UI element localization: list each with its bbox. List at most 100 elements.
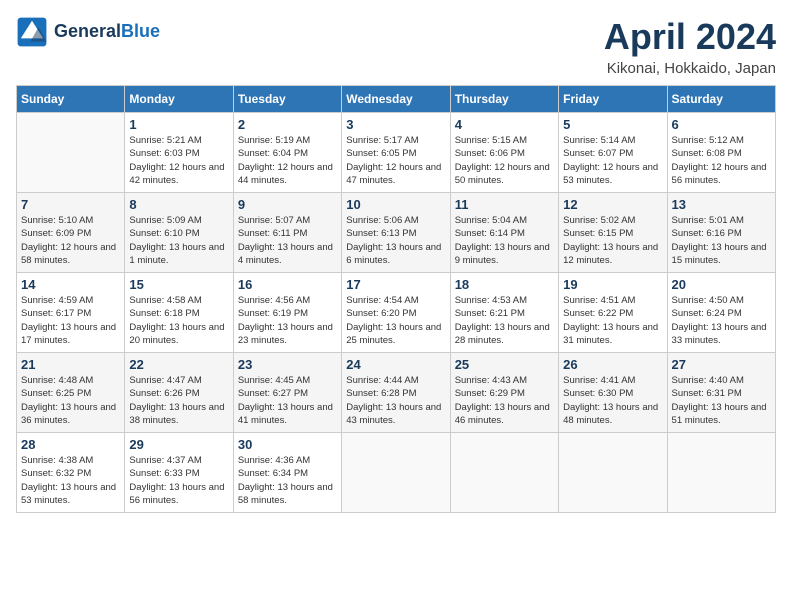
calendar-cell: 22Sunrise: 4:47 AMSunset: 6:26 PMDayligh… <box>125 353 233 433</box>
day-number: 10 <box>346 197 445 212</box>
day-number: 20 <box>672 277 771 292</box>
calendar-cell <box>667 433 775 513</box>
day-info: Sunrise: 5:15 AMSunset: 6:06 PMDaylight:… <box>455 134 554 187</box>
day-number: 13 <box>672 197 771 212</box>
calendar-cell: 9Sunrise: 5:07 AMSunset: 6:11 PMDaylight… <box>233 193 341 273</box>
day-number: 24 <box>346 357 445 372</box>
day-info: Sunrise: 5:06 AMSunset: 6:13 PMDaylight:… <box>346 214 445 267</box>
day-info: Sunrise: 4:41 AMSunset: 6:30 PMDaylight:… <box>563 374 662 427</box>
calendar-cell: 27 Sunrise: 4:40 AMSunset: 6:31 PMDayligh… <box>667 353 775 433</box>
day-number: 23 <box>238 357 337 372</box>
day-number: 18 <box>455 277 554 292</box>
calendar-cell: 14Sunrise: 4:59 AMSunset: 6:17 PMDayligh… <box>17 273 125 353</box>
calendar-cell: 29 Sunrise: 4:37 AMSunset: 6:33 PMDayligh… <box>125 433 233 513</box>
day-number: 11 <box>455 197 554 212</box>
day-info: Sunrise: 5:21 AMSunset: 6:03 PMDaylight:… <box>129 134 228 187</box>
day-info: Sunrise: 4:44 AMSunset: 6:28 PMDaylight:… <box>346 374 445 427</box>
logo-icon <box>16 16 48 48</box>
calendar-cell: 10 Sunrise: 5:06 AMSunset: 6:13 PMDayligh… <box>342 193 450 273</box>
page-header: GeneralBlue April 2024 Kikonai, Hokkaido… <box>16 16 776 77</box>
day-info: Sunrise: 5:14 AMSunset: 6:07 PMDaylight:… <box>563 134 662 187</box>
calendar-cell: 8 Sunrise: 5:09 AMSunset: 6:10 PMDaylight… <box>125 193 233 273</box>
day-info: Sunrise: 4:38 AMSunset: 6:32 PMDaylight:… <box>21 454 120 507</box>
day-number: 19 <box>563 277 662 292</box>
calendar-cell: 5 Sunrise: 5:14 AMSunset: 6:07 PMDaylight… <box>559 113 667 193</box>
calendar-cell: 30 Sunrise: 4:36 AMSunset: 6:34 PMDayligh… <box>233 433 341 513</box>
day-info: Sunrise: 4:50 AMSunset: 6:24 PMDaylight:… <box>672 294 771 347</box>
calendar-cell: 1 Sunrise: 5:21 AMSunset: 6:03 PMDaylight… <box>125 113 233 193</box>
day-number: 5 <box>563 117 662 132</box>
day-number: 29 <box>129 437 228 452</box>
day-info: Sunrise: 4:40 AMSunset: 6:31 PMDaylight:… <box>672 374 771 427</box>
days-header-row: SundayMondayTuesdayWednesdayThursdayFrid… <box>17 86 776 113</box>
day-info: Sunrise: 4:53 AMSunset: 6:21 PMDaylight:… <box>455 294 554 347</box>
calendar-cell <box>559 433 667 513</box>
calendar-cell: 15 Sunrise: 4:58 AMSunset: 6:18 PMDayligh… <box>125 273 233 353</box>
day-header-tuesday: Tuesday <box>233 86 341 113</box>
logo-text: GeneralBlue <box>54 22 160 42</box>
day-info: Sunrise: 4:58 AMSunset: 6:18 PMDaylight:… <box>129 294 228 347</box>
day-number: 26 <box>563 357 662 372</box>
calendar-cell <box>450 433 558 513</box>
calendar-cell: 2 Sunrise: 5:19 AMSunset: 6:04 PMDaylight… <box>233 113 341 193</box>
calendar-week-2: 7Sunrise: 5:10 AMSunset: 6:09 PMDaylight… <box>17 193 776 273</box>
calendar-cell: 12 Sunrise: 5:02 AMSunset: 6:15 PMDayligh… <box>559 193 667 273</box>
day-number: 17 <box>346 277 445 292</box>
day-info: Sunrise: 4:43 AMSunset: 6:29 PMDaylight:… <box>455 374 554 427</box>
calendar-cell: 23 Sunrise: 4:45 AMSunset: 6:27 PMDayligh… <box>233 353 341 433</box>
calendar-cell <box>17 113 125 193</box>
day-number: 15 <box>129 277 228 292</box>
day-number: 12 <box>563 197 662 212</box>
calendar-week-1: 1 Sunrise: 5:21 AMSunset: 6:03 PMDaylight… <box>17 113 776 193</box>
calendar-week-4: 21Sunrise: 4:48 AMSunset: 6:25 PMDayligh… <box>17 353 776 433</box>
calendar-week-3: 14Sunrise: 4:59 AMSunset: 6:17 PMDayligh… <box>17 273 776 353</box>
day-info: Sunrise: 4:51 AMSunset: 6:22 PMDaylight:… <box>563 294 662 347</box>
day-info: Sunrise: 4:45 AMSunset: 6:27 PMDaylight:… <box>238 374 337 427</box>
day-info: Sunrise: 5:09 AMSunset: 6:10 PMDaylight:… <box>129 214 228 267</box>
month-title: April 2024 <box>604 16 776 58</box>
logo: GeneralBlue <box>16 16 160 48</box>
day-info: Sunrise: 4:37 AMSunset: 6:33 PMDaylight:… <box>129 454 228 507</box>
calendar-cell: 11Sunrise: 5:04 AMSunset: 6:14 PMDayligh… <box>450 193 558 273</box>
day-number: 16 <box>238 277 337 292</box>
calendar-cell: 16 Sunrise: 4:56 AMSunset: 6:19 PMDayligh… <box>233 273 341 353</box>
day-info: Sunrise: 5:19 AMSunset: 6:04 PMDaylight:… <box>238 134 337 187</box>
calendar-cell: 20 Sunrise: 4:50 AMSunset: 6:24 PMDayligh… <box>667 273 775 353</box>
day-info: Sunrise: 4:36 AMSunset: 6:34 PMDaylight:… <box>238 454 337 507</box>
day-number: 2 <box>238 117 337 132</box>
day-number: 1 <box>129 117 228 132</box>
calendar-cell <box>342 433 450 513</box>
day-info: Sunrise: 5:07 AMSunset: 6:11 PMDaylight:… <box>238 214 337 267</box>
day-info: Sunrise: 5:10 AMSunset: 6:09 PMDaylight:… <box>21 214 120 267</box>
day-number: 27 <box>672 357 771 372</box>
day-info: Sunrise: 5:01 AMSunset: 6:16 PMDaylight:… <box>672 214 771 267</box>
day-number: 30 <box>238 437 337 452</box>
day-number: 4 <box>455 117 554 132</box>
calendar-week-5: 28 Sunrise: 4:38 AMSunset: 6:32 PMDayligh… <box>17 433 776 513</box>
calendar-cell: 13 Sunrise: 5:01 AMSunset: 6:16 PMDayligh… <box>667 193 775 273</box>
day-header-sunday: Sunday <box>17 86 125 113</box>
calendar-cell: 4 Sunrise: 5:15 AMSunset: 6:06 PMDaylight… <box>450 113 558 193</box>
day-header-friday: Friday <box>559 86 667 113</box>
day-number: 14 <box>21 277 120 292</box>
day-number: 6 <box>672 117 771 132</box>
day-info: Sunrise: 4:48 AMSunset: 6:25 PMDaylight:… <box>21 374 120 427</box>
day-info: Sunrise: 4:54 AMSunset: 6:20 PMDaylight:… <box>346 294 445 347</box>
day-info: Sunrise: 5:12 AMSunset: 6:08 PMDaylight:… <box>672 134 771 187</box>
calendar-cell: 3 Sunrise: 5:17 AMSunset: 6:05 PMDaylight… <box>342 113 450 193</box>
day-info: Sunrise: 5:02 AMSunset: 6:15 PMDaylight:… <box>563 214 662 267</box>
day-number: 25 <box>455 357 554 372</box>
day-header-thursday: Thursday <box>450 86 558 113</box>
day-info: Sunrise: 4:47 AMSunset: 6:26 PMDaylight:… <box>129 374 228 427</box>
calendar-cell: 7Sunrise: 5:10 AMSunset: 6:09 PMDaylight… <box>17 193 125 273</box>
day-info: Sunrise: 4:56 AMSunset: 6:19 PMDaylight:… <box>238 294 337 347</box>
calendar-cell: 17 Sunrise: 4:54 AMSunset: 6:20 PMDayligh… <box>342 273 450 353</box>
calendar-table: SundayMondayTuesdayWednesdayThursdayFrid… <box>16 85 776 513</box>
calendar-cell: 19 Sunrise: 4:51 AMSunset: 6:22 PMDayligh… <box>559 273 667 353</box>
day-number: 28 <box>21 437 120 452</box>
day-info: Sunrise: 5:17 AMSunset: 6:05 PMDaylight:… <box>346 134 445 187</box>
day-number: 3 <box>346 117 445 132</box>
calendar-cell: 24 Sunrise: 4:44 AMSunset: 6:28 PMDayligh… <box>342 353 450 433</box>
day-number: 8 <box>129 197 228 212</box>
calendar-cell: 6 Sunrise: 5:12 AMSunset: 6:08 PMDaylight… <box>667 113 775 193</box>
